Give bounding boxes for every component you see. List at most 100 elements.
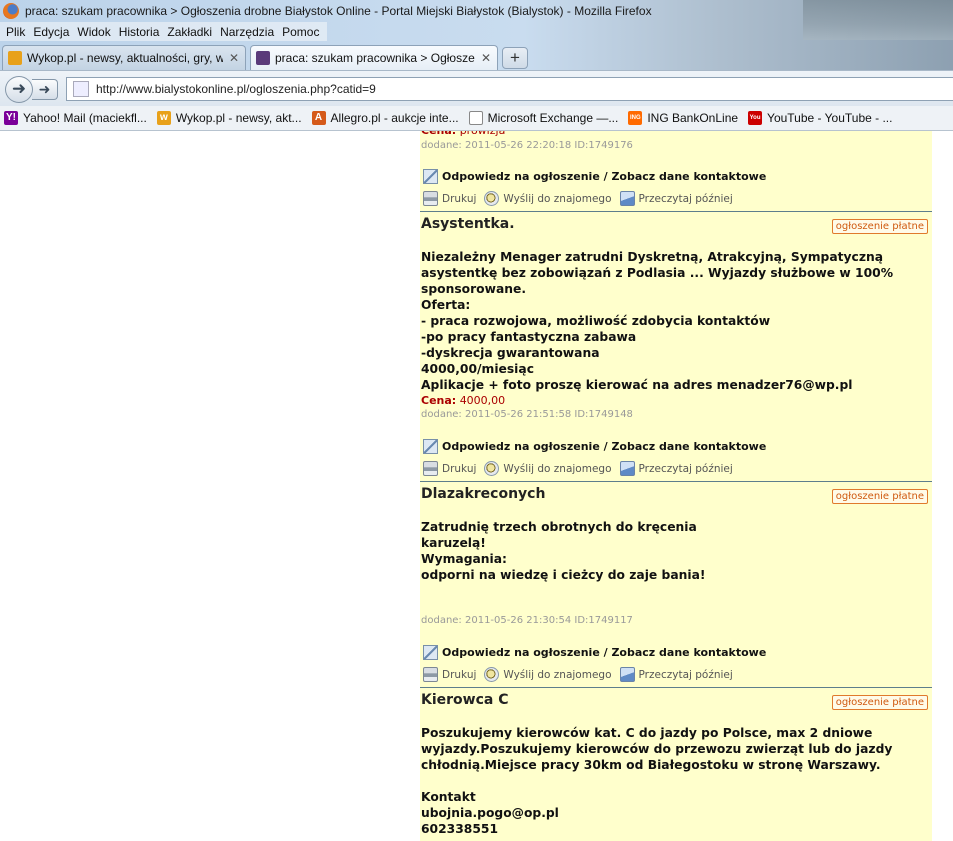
yahoo-icon: Y!: [4, 111, 18, 125]
price-label: Cena:: [421, 131, 456, 137]
read-later-icon: [619, 191, 635, 206]
bookmark-exchange[interactable]: Microsoft Exchange —...: [468, 111, 619, 125]
menu-edycja[interactable]: Edycja: [33, 25, 69, 39]
read-later-link[interactable]: Przeczytaj później: [619, 667, 733, 682]
tab-praca[interactable]: praca: szukam pracownika > Ogłosze... ✕: [250, 45, 498, 70]
menu-historia[interactable]: Historia: [119, 25, 160, 39]
printer-icon: [423, 667, 438, 682]
body-line: sponsorowane.: [421, 282, 527, 296]
tab-label: Wykop.pl - newsy, aktualności, gry, w...: [27, 51, 223, 65]
send-to-friend-link[interactable]: Wyślij do znajomego: [484, 191, 612, 206]
listing-title[interactable]: Dlazakreconych: [421, 486, 545, 502]
body-line: karuzelą!: [421, 536, 486, 550]
listing-body: Niezależny Menager zatrudni Dyskretną, A…: [421, 249, 893, 393]
bookmark-youtube[interactable]: You YouTube - YouTube - ...: [748, 111, 892, 125]
listing-actions: Drukuj Wyślij do znajomego Przeczytaj pó…: [423, 667, 741, 682]
listings-column: Cena: prowizja dodane: 2011-05-26 22:20:…: [420, 131, 932, 841]
back-button[interactable]: ➜: [5, 76, 33, 103]
send-to-friend-link[interactable]: Wyślij do znajomego: [484, 667, 612, 682]
tab-wykop[interactable]: Wykop.pl - newsy, aktualności, gry, w...…: [2, 45, 246, 70]
listing-separator: [420, 211, 932, 212]
read-later-icon: [619, 461, 635, 476]
print-link[interactable]: Drukuj: [423, 667, 476, 682]
listing-body: Poszukujemy kierowców kat. C do jazdy po…: [421, 725, 892, 837]
print-link[interactable]: Drukuj: [423, 191, 476, 206]
price-line: Cena: 4000,00: [421, 394, 505, 407]
menu-zakladki[interactable]: Zakładki: [167, 25, 212, 39]
bookmark-wykop[interactable]: w Wykop.pl - newsy, akt...: [156, 111, 302, 125]
printer-icon: [423, 461, 438, 476]
paid-listing-badge: ogłoszenie płatne: [831, 489, 928, 504]
menu-plik[interactable]: Plik: [6, 25, 25, 39]
listing-body: Zatrudnię trzech obrotnych do kręcenia k…: [421, 519, 706, 583]
bookmark-allegro[interactable]: A Allegro.pl - aukcje inte...: [311, 111, 459, 125]
bookmark-label: ING BankOnLine: [647, 111, 739, 125]
page-icon: [468, 111, 483, 125]
url-text[interactable]: http://www.bialystokonline.pl/ogloszenia…: [96, 82, 376, 96]
menu-widok[interactable]: Widok: [77, 25, 110, 39]
new-tab-button[interactable]: +: [502, 47, 528, 69]
allegro-icon: A: [311, 111, 326, 125]
menu-narzedzia[interactable]: Narzędzia: [220, 25, 274, 39]
read-later-icon: [619, 667, 635, 682]
firefox-icon: [3, 3, 19, 19]
listing-meta: dodane: 2011-05-26 21:30:54 ID:1749117: [421, 615, 633, 626]
send-to-friend-link[interactable]: Wyślij do znajomego: [484, 461, 612, 476]
body-line: - praca rozwojowa, możliwość zdobycia ko…: [421, 314, 771, 328]
reply-link[interactable]: Odpowiedz na ogłoszenie / Zobacz dane ko…: [423, 169, 766, 184]
listing-title[interactable]: Kierowca C: [421, 692, 509, 708]
reply-icon: [423, 439, 438, 454]
close-tab-icon[interactable]: ✕: [229, 51, 239, 65]
bookmark-ing[interactable]: ING ING BankOnLine: [628, 111, 738, 125]
reply-label: Odpowiedz na ogłoszenie / Zobacz dane ko…: [442, 440, 767, 453]
listing-actions: Drukuj Wyślij do znajomego Przeczytaj pó…: [423, 461, 741, 476]
back-arrow-icon: ➜: [11, 79, 27, 98]
body-line: [421, 773, 892, 789]
body-line: 602338551: [421, 822, 499, 836]
tab-label: praca: szukam pracownika > Ogłosze...: [275, 51, 475, 65]
menu-pomoc[interactable]: Pomoc: [282, 25, 319, 39]
listing-title[interactable]: Asystentka.: [421, 216, 515, 232]
wykop-icon: [8, 51, 22, 65]
body-line: -dyskrecja gwarantowana: [421, 346, 600, 360]
reply-icon: [423, 645, 438, 660]
read-later-link[interactable]: Przeczytaj później: [619, 191, 733, 206]
reply-link[interactable]: Odpowiedz na ogłoszenie / Zobacz dane ko…: [423, 645, 766, 660]
price-value: 4000,00: [459, 394, 506, 407]
listing-actions: Drukuj Wyślij do znajomego Przeczytaj pó…: [423, 191, 741, 206]
later-label: Przeczytaj później: [638, 668, 733, 681]
body-line: Wymagania:: [421, 552, 507, 566]
bookmark-yahoo[interactable]: Y! Yahoo! Mail (maciekfl...: [4, 111, 147, 125]
body-line: wyjazdy.Poszukujemy kierowców do przewoz…: [421, 742, 893, 756]
body-line: Oferta:: [421, 298, 471, 312]
later-label: Przeczytaj później: [638, 462, 733, 475]
site-identity-icon[interactable]: [73, 81, 89, 97]
address-bar[interactable]: http://www.bialystokonline.pl/ogloszenia…: [66, 77, 953, 101]
body-line: Kontakt: [421, 790, 476, 804]
send-label: Wyślij do znajomego: [503, 668, 612, 681]
body-line: 4000,00/miesiąc: [421, 362, 534, 376]
listing-separator: [420, 481, 932, 482]
body-line: Zatrudnię trzech obrotnych do kręcenia: [421, 520, 697, 534]
reply-label: Odpowiedz na ogłoszenie / Zobacz dane ko…: [442, 170, 767, 183]
bookmarks-toolbar: Y! Yahoo! Mail (maciekfl... w Wykop.pl -…: [0, 106, 953, 131]
printer-icon: [423, 191, 438, 206]
reply-link[interactable]: Odpowiedz na ogłoszenie / Zobacz dane ko…: [423, 439, 766, 454]
wykop-icon: w: [156, 111, 171, 125]
navigation-toolbar: ➜ ➜ http://www.bialystokonline.pl/oglosz…: [0, 70, 953, 106]
listing-meta: dodane: 2011-05-26 21:51:58 ID:1749148: [421, 409, 633, 420]
menu-bar: Plik Edycja Widok Historia Zakładki Narz…: [0, 22, 328, 41]
page-scrollbar[interactable]: [938, 131, 953, 841]
read-later-link[interactable]: Przeczytaj później: [619, 461, 733, 476]
bookmark-label: Wykop.pl - newsy, akt...: [175, 111, 302, 125]
reply-icon: [423, 169, 438, 184]
send-label: Wyślij do znajomego: [503, 192, 612, 205]
bookmark-label: Microsoft Exchange —...: [487, 111, 619, 125]
close-tab-icon[interactable]: ✕: [481, 51, 491, 65]
forward-button[interactable]: ➜: [32, 79, 58, 100]
browser-chrome: praca: szukam pracownika > Ogłoszenia dr…: [0, 0, 953, 131]
print-label: Drukuj: [442, 668, 477, 681]
print-link[interactable]: Drukuj: [423, 461, 476, 476]
bookmark-label: YouTube - YouTube - ...: [767, 111, 893, 125]
send-label: Wyślij do znajomego: [503, 462, 612, 475]
